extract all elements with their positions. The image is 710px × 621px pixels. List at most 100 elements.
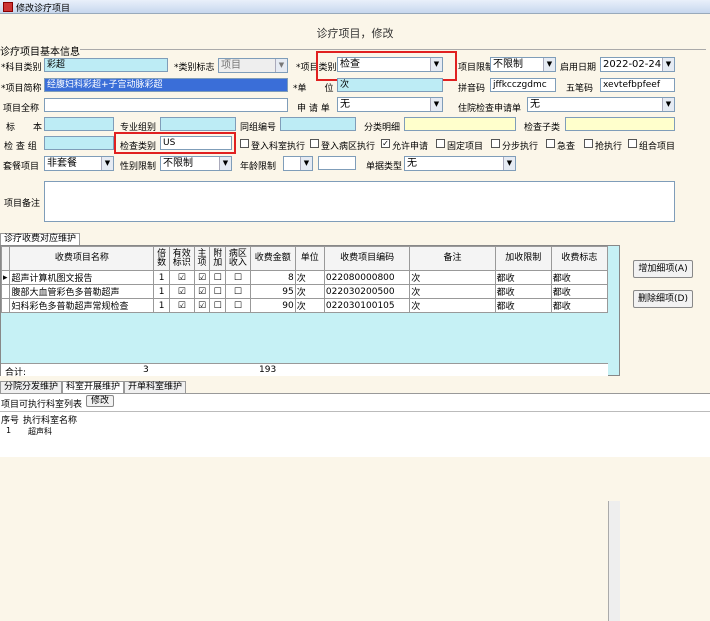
age-select[interactable]: ▼ <box>283 156 313 171</box>
gender-select[interactable]: 不限制 ▼ <box>160 156 232 171</box>
cell-remark[interactable]: 次 <box>409 298 496 313</box>
checkbox-fixed-item[interactable] <box>436 139 445 148</box>
item-name-input[interactable]: 经腹妇科彩超+子宫动脉彩超 <box>44 78 288 92</box>
standard-input[interactable] <box>44 117 114 131</box>
chevron-down-icon: ▼ <box>430 98 442 111</box>
cell-unit[interactable]: 次 <box>294 284 325 299</box>
cell-add[interactable]: ☐ <box>209 298 227 313</box>
class-detail-label: 分类明细 <box>364 123 401 133</box>
tab-dept-open[interactable]: 科室开展维护 <box>62 381 125 393</box>
cell-flag[interactable]: 都收 <box>550 270 609 285</box>
checkbox-rush[interactable] <box>584 139 593 148</box>
checkbox-step-exec[interactable] <box>491 139 500 148</box>
checkbox-urgent[interactable] <box>546 139 555 148</box>
checkbox-combo[interactable] <box>628 139 637 148</box>
item-category-input[interactable]: 彩超 <box>44 58 168 72</box>
cell-code[interactable]: 022030100105 <box>323 298 411 313</box>
cell-valid[interactable]: ☑ <box>168 270 195 285</box>
pinyin-input[interactable]: jffkcczgdmc <box>490 78 556 92</box>
checkbox-dept-exec[interactable] <box>240 139 249 148</box>
item-full-input[interactable] <box>44 98 288 112</box>
cell-code[interactable]: 022080000800 <box>323 270 411 285</box>
checkbox-ward-exec[interactable] <box>310 139 319 148</box>
cell-limit[interactable]: 都收 <box>494 270 552 285</box>
limit-label: 项目限制 <box>458 63 495 73</box>
cell-remark[interactable]: 次 <box>409 284 496 299</box>
delete-detail-button[interactable]: 删除细项(D) <box>633 290 693 308</box>
table-row[interactable]: 妇科彩色多普勒超声常规检查 1 ☑ ☑ ☐ ☐ 90 次 02203010010… <box>0 298 609 313</box>
cell-limit[interactable]: 都收 <box>494 298 552 313</box>
add-detail-button[interactable]: 增加细项(A) <box>633 260 693 278</box>
cell-main[interactable]: ☑ <box>193 298 211 313</box>
cell-mult[interactable]: 1 <box>153 270 170 285</box>
cell-mult[interactable]: 1 <box>153 284 170 299</box>
cell-unit[interactable]: 次 <box>294 298 325 313</box>
table-row[interactable]: 腹部大血管彩色多普勒超声 1 ☑ ☑ ☐ ☐ 95 次 022030200500… <box>0 284 609 299</box>
cell-unit[interactable]: 次 <box>294 270 325 285</box>
age-input[interactable] <box>318 156 356 170</box>
cell-amount[interactable]: 95 <box>249 284 296 299</box>
cell-valid[interactable]: ☑ <box>168 298 195 313</box>
title-bar: 修改诊疗项目 <box>0 0 710 14</box>
edit-button[interactable]: 修改 <box>86 395 114 407</box>
limit-select[interactable]: 不限制 ▼ <box>490 57 556 72</box>
vertical-scrollbar[interactable] <box>608 501 620 621</box>
column-header: 收费项目编码 <box>323 246 411 271</box>
cell-flag[interactable]: 都收 <box>550 284 609 299</box>
row-marker <box>0 284 11 299</box>
dept-row-name[interactable]: 超声科 <box>28 426 52 437</box>
column-header: 收费标志 <box>550 246 609 271</box>
group-divider <box>80 49 706 50</box>
start-date-picker[interactable]: 2022-02-24 ▼ <box>600 57 675 72</box>
same-group-label: 同组编号 <box>240 123 277 133</box>
cell-name[interactable]: 腹部大血管彩色多普勒超声 <box>9 284 155 299</box>
page-title: 诊疗项目，修改 <box>316 27 394 40</box>
tab-branch-dist[interactable]: 分院分发维护 <box>0 381 63 393</box>
fee-tab-strip: 诊疗收费对应维护 <box>0 233 81 245</box>
cell-limit[interactable]: 都收 <box>494 284 552 299</box>
same-group-input[interactable] <box>280 117 356 131</box>
fee-grid: 收费项目名称 倍数 有效标识 主项 附加 病区收入 收费金额 单位 收费项目编码… <box>0 245 620 621</box>
cell-name[interactable]: 妇科彩色多普勒超声常规检查 <box>9 298 155 313</box>
pinyin-label: 拼音码 <box>458 84 486 94</box>
remark-textarea[interactable] <box>44 181 675 222</box>
tab-fee-mapping[interactable]: 诊疗收费对应维护 <box>0 233 81 245</box>
cell-main[interactable]: ☑ <box>193 284 211 299</box>
cell-remark[interactable]: 次 <box>409 270 496 285</box>
row-marker <box>0 298 11 313</box>
app-icon <box>3 2 13 12</box>
cell-name[interactable]: 超声计算机图文报告 <box>9 270 155 285</box>
chevron-down-icon: ▼ <box>101 157 113 170</box>
cell-ward[interactable]: ☐ <box>225 298 251 313</box>
inpatient-select[interactable]: 无 ▼ <box>527 97 675 112</box>
specialty-input[interactable] <box>160 117 236 131</box>
apply-slip-select[interactable]: 无 ▼ <box>337 97 443 112</box>
cell-add[interactable]: ☐ <box>209 284 227 299</box>
cell-add[interactable]: ☐ <box>209 270 227 285</box>
table-row[interactable]: ▸ 超声计算机图文报告 1 ☑ ☑ ☐ ☐ 8 次 022080000800 次… <box>0 270 609 285</box>
cell-flag[interactable]: 都收 <box>550 298 609 313</box>
checkbox-allow-apply[interactable]: ✓ <box>381 139 390 148</box>
check-label: 允许申请 <box>392 142 429 152</box>
wubi-input[interactable]: xevtefbpfeef <box>600 78 675 92</box>
exam-sub-input[interactable] <box>565 117 675 131</box>
unit-input[interactable]: 次 <box>337 78 443 92</box>
tab-order-dept[interactable]: 开单科室维护 <box>124 381 187 393</box>
cell-main[interactable]: ☑ <box>193 270 211 285</box>
class-detail-input[interactable] <box>404 117 516 131</box>
cell-ward[interactable]: ☐ <box>225 284 251 299</box>
dept-panel: 项目可执行科室列表 修改 序号 执行科室名称 1 超声科 <box>0 393 710 457</box>
exam-group-input[interactable] <box>44 136 114 150</box>
dept-row-no[interactable]: 1 <box>6 426 11 435</box>
cell-mult[interactable]: 1 <box>153 298 170 313</box>
doc-type-select[interactable]: 无 ▼ <box>404 156 516 171</box>
cell-ward[interactable]: ☐ <box>225 270 251 285</box>
package-select[interactable]: 非套餐 ▼ <box>44 156 114 171</box>
cell-code[interactable]: 022030200500 <box>323 284 411 299</box>
category-flag-select[interactable]: 项目 ▼ <box>218 58 288 73</box>
cell-valid[interactable]: ☑ <box>168 284 195 299</box>
column-header: 有效标识 <box>168 246 195 271</box>
cell-amount[interactable]: 8 <box>249 270 296 285</box>
cell-amount[interactable]: 90 <box>249 298 296 313</box>
column-header: 收费金额 <box>249 246 296 271</box>
